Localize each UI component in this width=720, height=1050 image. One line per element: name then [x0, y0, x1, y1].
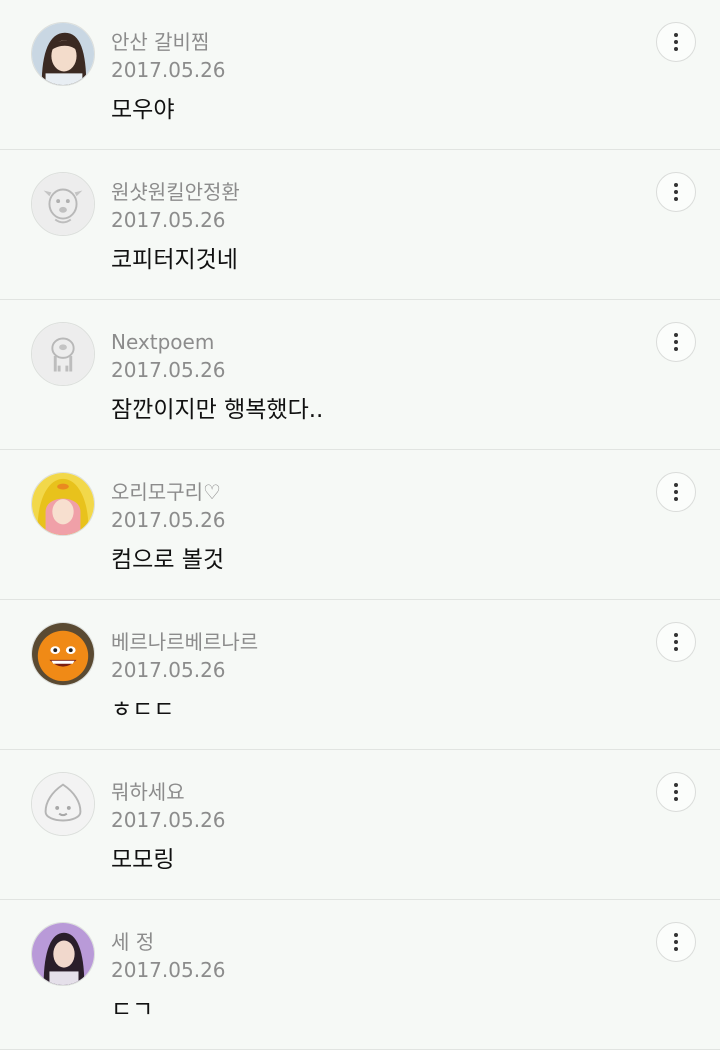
- avatar[interactable]: [31, 172, 95, 236]
- comment-item: Nextpoem 2017.05.26 잠깐이지만 행복했다..: [0, 300, 720, 450]
- comment-date: 2017.05.26: [111, 208, 226, 232]
- default-peach-avatar-icon: [32, 773, 94, 835]
- comment-text: 모모링: [111, 847, 175, 873]
- more-options-button[interactable]: [656, 172, 696, 212]
- comment-date: 2017.05.26: [111, 958, 226, 982]
- username[interactable]: Nextpoem: [111, 330, 214, 354]
- comment-item: 뭐하세요 2017.05.26 모모링: [0, 750, 720, 900]
- more-options-button[interactable]: [656, 322, 696, 362]
- more-vertical-icon: [674, 483, 678, 501]
- username[interactable]: 베르나르베르나르: [111, 630, 258, 654]
- comment-text: 모우야: [111, 97, 175, 123]
- more-options-button[interactable]: [656, 22, 696, 62]
- comment-date: 2017.05.26: [111, 808, 226, 832]
- comment-item: 오리모구리♡ 2017.05.26 컴으로 볼것: [0, 450, 720, 600]
- profile-photo-icon: [32, 473, 94, 535]
- more-vertical-icon: [674, 183, 678, 201]
- comment-text: 잠깐이지만 행복했다..: [111, 397, 324, 423]
- comment-date: 2017.05.26: [111, 508, 226, 532]
- more-vertical-icon: [674, 783, 678, 801]
- comment-text: 코피터지것네: [111, 247, 238, 273]
- username[interactable]: 오리모구리♡: [111, 480, 221, 504]
- avatar[interactable]: [31, 322, 95, 386]
- comment-date: 2017.05.26: [111, 658, 226, 682]
- more-options-button[interactable]: [656, 922, 696, 962]
- username[interactable]: 뭐하세요: [111, 780, 185, 804]
- username[interactable]: 안산 갈비찜: [111, 30, 209, 54]
- more-vertical-icon: [674, 33, 678, 51]
- avatar[interactable]: [31, 622, 95, 686]
- more-options-button[interactable]: [656, 622, 696, 662]
- username[interactable]: 원샷원킬안정환: [111, 180, 240, 204]
- comment-item: 원샷원킬안정환 2017.05.26 코피터지것네: [0, 150, 720, 300]
- comment-text: ㄷㄱ: [111, 997, 154, 1023]
- orange-avatar-icon: [32, 623, 94, 685]
- comment-item: 안산 갈비찜 2017.05.26 모우야: [0, 0, 720, 150]
- more-options-button[interactable]: [656, 472, 696, 512]
- comment-date: 2017.05.26: [111, 58, 226, 82]
- more-vertical-icon: [674, 633, 678, 651]
- comment-item: 베르나르베르나르 2017.05.26 ㅎㄷㄷ: [0, 600, 720, 750]
- username[interactable]: 세 정: [111, 930, 154, 954]
- more-vertical-icon: [674, 933, 678, 951]
- avatar[interactable]: [31, 922, 95, 986]
- default-dog-avatar-icon: [32, 173, 94, 235]
- avatar[interactable]: [31, 22, 95, 86]
- more-vertical-icon: [674, 333, 678, 351]
- comment-text: ㅎㄷㄷ: [111, 697, 175, 723]
- comment-text: 컴으로 볼것: [111, 547, 225, 573]
- comment-date: 2017.05.26: [111, 358, 226, 382]
- comment-list: 안산 갈비찜 2017.05.26 모우야 원샷원킬안정환 2017.05.26…: [0, 0, 720, 1050]
- avatar[interactable]: [31, 772, 95, 836]
- avatar[interactable]: [31, 472, 95, 536]
- profile-photo-icon: [32, 23, 94, 85]
- more-options-button[interactable]: [656, 772, 696, 812]
- default-alien-avatar-icon: [32, 323, 94, 385]
- comment-item: 세 정 2017.05.26 ㄷㄱ: [0, 900, 720, 1050]
- profile-photo-icon: [32, 923, 94, 985]
